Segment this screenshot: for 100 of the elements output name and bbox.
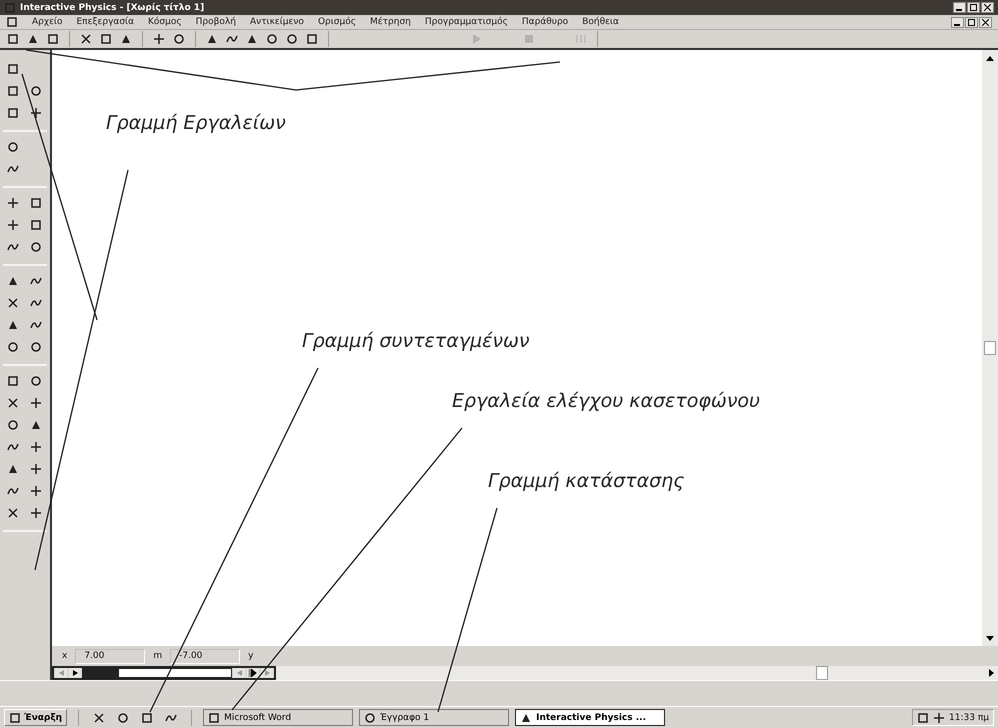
tool-icon — [30, 341, 42, 353]
tool-icon — [30, 197, 42, 209]
close-button[interactable] — [979, 16, 992, 28]
tool-icon — [7, 141, 19, 153]
menu-item[interactable]: Προβολή — [196, 17, 236, 27]
menu-item[interactable]: Κόσμος — [148, 17, 182, 27]
menu-item[interactable]: Ορισμός — [318, 17, 356, 27]
tool-icon — [7, 297, 19, 309]
tool-icon — [173, 33, 185, 45]
tool-icon — [30, 441, 42, 453]
vertical-scrollbar[interactable] — [982, 50, 998, 646]
left-arrow-icon — [58, 670, 64, 676]
scroll-thumb[interactable] — [816, 666, 828, 680]
app-icon — [520, 712, 532, 724]
tool-icon — [47, 33, 59, 45]
right-arrow-icon — [989, 669, 994, 677]
tray-icon — [917, 712, 930, 724]
clock: 11:33 πμ — [949, 712, 989, 722]
start-button[interactable]: Έναρξη — [4, 709, 68, 726]
tool-icon — [7, 397, 19, 409]
tool-icon — [30, 375, 42, 387]
tool-icon — [7, 419, 19, 431]
app-icon — [208, 712, 220, 724]
tool-icon — [7, 163, 19, 175]
minimize-button[interactable] — [951, 16, 964, 28]
maximize-button[interactable] — [967, 2, 980, 13]
close-icon — [984, 4, 991, 11]
window-title: Interactive Physics - [Χωρίς τίτλο 1] — [20, 2, 204, 12]
tool-icon — [7, 507, 19, 519]
close-icon — [982, 18, 989, 26]
menu-item[interactable]: Μέτρηση — [370, 17, 411, 27]
restore-button[interactable] — [965, 16, 978, 28]
tool-icon — [30, 107, 42, 119]
app-icon — [364, 712, 376, 724]
document-icon — [6, 16, 18, 28]
play-icon — [473, 34, 481, 44]
tape-slider[interactable] — [82, 668, 232, 678]
tool-icon — [30, 485, 42, 497]
scroll-thumb[interactable] — [984, 341, 996, 355]
tool-icon — [206, 33, 218, 45]
tool-icon — [30, 297, 42, 309]
end-button[interactable] — [261, 668, 273, 678]
tool-icon — [7, 241, 19, 253]
tool-icon — [30, 463, 42, 475]
menu-item[interactable]: Αρχείο — [32, 17, 62, 27]
tool-icon — [7, 63, 19, 75]
coordinate-label: y — [248, 651, 254, 661]
menu-item[interactable]: Παράθυρο — [522, 17, 568, 27]
pause-icon — [576, 35, 586, 43]
restore-icon — [968, 18, 975, 26]
tool-icon — [30, 419, 42, 431]
tool-icon — [153, 33, 165, 45]
stop-icon — [525, 35, 533, 43]
tool-icon — [7, 197, 19, 209]
tool-icon — [7, 319, 19, 331]
app-icon — [4, 2, 16, 14]
callout-label: Εργαλεία ελέγχου κασετοφώνου — [452, 390, 760, 412]
tool-icon — [30, 319, 42, 331]
tool-icon — [30, 397, 42, 409]
menu-item[interactable]: Προγραμματισμός — [424, 17, 508, 27]
tool-icon — [100, 33, 112, 45]
left-arrow-icon — [236, 670, 242, 676]
taskbar-button[interactable]: Έγγραφο 1 — [359, 709, 510, 726]
right-arrow-icon — [72, 670, 78, 676]
windows-icon — [9, 712, 21, 724]
tool-icon — [30, 219, 42, 231]
forward-button[interactable] — [247, 668, 259, 678]
tool-icon — [80, 33, 92, 45]
menu-item[interactable]: Βοήθεια — [582, 17, 619, 27]
tool-icon — [7, 85, 19, 97]
tool-icon — [7, 463, 19, 475]
tool-icon — [7, 107, 19, 119]
tool-icon — [7, 485, 19, 497]
tool-icon — [306, 33, 318, 45]
tool-icon — [246, 33, 258, 45]
menu-item[interactable]: Επεξεργασία — [76, 17, 134, 27]
up-arrow-icon — [986, 56, 994, 60]
tool-icon — [7, 341, 19, 353]
horizontal-scrollbar[interactable] — [276, 666, 998, 680]
menu-item[interactable]: Αντικείμενο — [250, 17, 304, 27]
tool-icon — [226, 33, 238, 45]
right-arrow-icon — [264, 670, 270, 676]
tool-icon — [7, 33, 19, 45]
taskbar-button[interactable]: Microsoft Word — [203, 709, 354, 726]
tool-icon — [120, 33, 132, 45]
tool-icon — [266, 33, 278, 45]
taskbar-button[interactable]: Interactive Physics ... — [515, 709, 666, 726]
callout-label: Γραμμή Εργαλείων — [106, 112, 286, 134]
x-coordinate-field: 7.00 — [75, 648, 146, 664]
step-button[interactable] — [69, 668, 81, 678]
tool-icon — [7, 375, 19, 387]
tool-icon — [7, 441, 19, 453]
callout-label: Γραμμή συντεταγμένων — [302, 330, 530, 352]
unit-label: m — [153, 651, 162, 661]
app-icon — [141, 712, 154, 724]
close-button[interactable] — [981, 2, 994, 13]
minimize-button[interactable] — [953, 2, 966, 13]
app-icon — [93, 712, 106, 724]
app-icon — [117, 712, 130, 724]
fast-forward-icon — [249, 669, 257, 677]
